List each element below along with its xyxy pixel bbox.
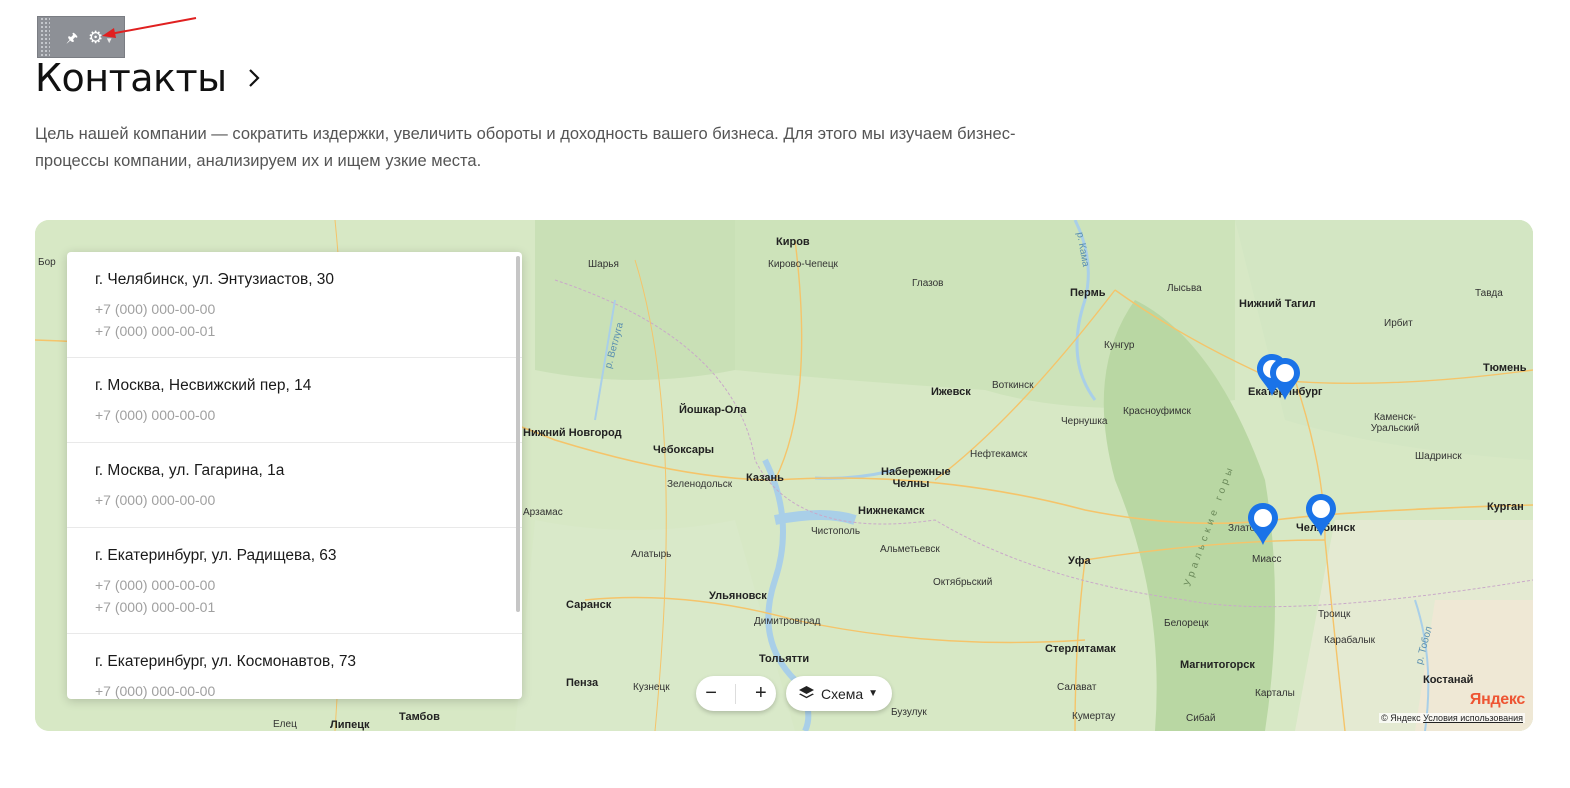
contacts-panel[interactable]: г. Челябинск, ул. Энтузиастов, 30 +7 (00… — [67, 252, 522, 699]
contact-item[interactable]: г. Челябинск, ул. Энтузиастов, 30 +7 (00… — [67, 252, 522, 358]
page-title-text[interactable]: Контакты — [35, 56, 227, 100]
map-label: Карталы — [1255, 688, 1295, 699]
yandex-logo[interactable]: Яндекс — [1470, 691, 1525, 709]
map-label: Октябрьский — [933, 577, 993, 588]
map-label: Пенза — [566, 677, 599, 689]
map-label: Казань — [746, 472, 784, 484]
map-layer-button[interactable]: Схема ▼ — [786, 676, 892, 711]
chevron-right-icon[interactable] — [247, 67, 261, 89]
map-label: Чистополь — [811, 526, 861, 537]
map-label: Липецк — [330, 719, 370, 731]
contact-phone[interactable]: +7 (000) 000-00-00 — [95, 680, 494, 699]
pin-icon[interactable]: 🖈 — [66, 31, 78, 44]
copyright-text: © Яндекс — [1381, 713, 1421, 723]
map-label: Лысьва — [1167, 283, 1202, 294]
map-label: Нефтекамск — [970, 449, 1028, 460]
contact-phone[interactable]: +7 (000) 000-00-00 — [95, 404, 494, 426]
contact-address: г. Москва, Несвижский пер, 14 — [95, 377, 312, 394]
map-label: Кунгур — [1104, 340, 1135, 351]
map-label: Стерлитамак — [1045, 643, 1116, 655]
map-label: Уфа — [1068, 555, 1091, 567]
layers-icon — [799, 686, 814, 699]
contact-phone[interactable]: +7 (000) 000-00-01 — [95, 320, 494, 342]
map-label: Костанай — [1423, 674, 1474, 686]
contact-phone[interactable]: +7 (000) 000-00-00 — [95, 298, 494, 320]
map-label: Воткинск — [992, 380, 1034, 391]
map-label: Зеленодольск — [667, 479, 733, 490]
map-copyright: © Яндекс Условия использования — [1379, 713, 1525, 723]
zoom-out-button[interactable]: − — [705, 682, 717, 705]
map-label: Нижний Тагил — [1239, 298, 1316, 310]
intro-text: Цель нашей компании — сократить издержки… — [35, 125, 1016, 170]
map-label: Глазов — [912, 278, 944, 289]
map-marker[interactable] — [1246, 501, 1280, 547]
page-title[interactable]: Контакты — [35, 56, 261, 100]
drag-handle[interactable] — [40, 17, 50, 57]
map-label: Белорецк — [1164, 618, 1209, 629]
contact-address: г. Екатеринбург, ул. Радищева, 63 — [95, 547, 337, 564]
chevron-down-icon: ▼ — [868, 688, 879, 699]
map-label: Красноуфимск — [1123, 406, 1191, 417]
contact-item[interactable]: г. Москва, Несвижский пер, 14 +7 (000) 0… — [67, 358, 522, 443]
map-label: Альметьевск — [880, 544, 940, 555]
panel-scrollbar[interactable] — [516, 256, 520, 612]
map[interactable]: Киров Кирово-Чепецк Шарья Глазов Пермь Л… — [35, 220, 1533, 731]
layer-label: Схема — [821, 685, 864, 702]
map-label: Тюмень — [1483, 362, 1527, 374]
terms-link[interactable]: Условия использования — [1423, 713, 1523, 723]
map-label: Ирбит — [1384, 318, 1413, 329]
map-label: Нижнекамск — [858, 505, 925, 517]
map-label: Бузулук — [891, 707, 927, 718]
contact-address: г. Москва, ул. Гагарина, 1а — [95, 462, 285, 479]
map-marker[interactable] — [1304, 492, 1338, 538]
contact-item[interactable]: г. Екатеринбург, ул. Радищева, 63 +7 (00… — [67, 528, 522, 634]
contact-address: г. Челябинск, ул. Энтузиастов, 30 — [95, 271, 335, 288]
contact-phone[interactable]: +7 (000) 000-00-00 — [95, 574, 494, 596]
map-label: Димитровград — [754, 616, 821, 627]
map-label: Шарья — [588, 259, 619, 270]
map-label: Арзамас — [523, 507, 563, 518]
contact-item[interactable]: г. Екатеринбург, ул. Космонавтов, 73 +7 … — [67, 634, 522, 699]
contact-address: г. Екатеринбург, ул. Космонавтов, 73 — [95, 653, 357, 670]
map-label: Ижевск — [931, 386, 971, 398]
map-label: Шадринск — [1415, 451, 1462, 462]
contact-phone[interactable]: +7 (000) 000-00-00 — [95, 489, 494, 511]
map-label: Кумертау — [1072, 711, 1116, 722]
map-marker[interactable] — [1268, 356, 1302, 402]
map-label: Пермь — [1070, 287, 1106, 299]
contact-item[interactable]: г. Москва, ул. Гагарина, 1а +7 (000) 000… — [67, 443, 522, 528]
map-label: Йошкар-Ола — [679, 404, 747, 416]
map-label: Троицк — [1318, 609, 1351, 620]
map-label: Чебоксары — [653, 444, 715, 456]
map-label: Алатырь — [631, 549, 672, 560]
zoom-in-button[interactable]: + — [755, 682, 767, 705]
contact-phone[interactable]: +7 (000) 000-00-01 — [95, 596, 494, 618]
map-label: Тольятти — [759, 653, 810, 665]
map-label: Бор — [38, 257, 56, 268]
divider — [735, 683, 737, 704]
map-label: Ульяновск — [709, 590, 767, 602]
map-label: Курган — [1487, 501, 1524, 513]
map-label: Елец — [273, 719, 297, 730]
map-label: Сибай — [1186, 713, 1216, 724]
map-label: Саранск — [566, 599, 612, 611]
map-label: Магнитогорск — [1180, 659, 1255, 671]
map-label: Тамбов — [399, 711, 440, 723]
map-label: Карабалык — [1324, 635, 1375, 646]
map-label: Салават — [1057, 682, 1097, 693]
map-label: Кирово-Чепецк — [768, 259, 838, 270]
map-label: Набережные Челны — [881, 466, 951, 490]
zoom-control: − + — [696, 676, 776, 711]
map-label: Кузнецк — [633, 682, 670, 693]
map-label: Чернушка — [1061, 416, 1108, 427]
map-label: Миасс — [1252, 554, 1282, 565]
map-label: Тавда — [1475, 288, 1503, 299]
map-label: Каменск-Уральский — [1370, 412, 1420, 434]
annotation-arrow — [102, 17, 197, 38]
map-label: Киров — [776, 236, 810, 248]
map-label: Нижний Новгород — [523, 427, 622, 439]
